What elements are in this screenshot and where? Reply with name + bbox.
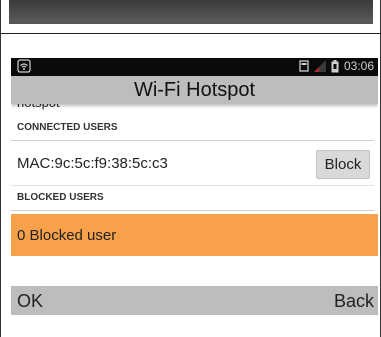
top-dark-bar (9, 0, 373, 24)
phone-screen: 03:06 Wi-Fi Hotspot hotspot CONNECTED US… (11, 58, 378, 315)
blocked-users-header: BLOCKED USERS (11, 186, 374, 211)
content-list[interactable]: hotspot CONNECTED USERS MAC:9c:5c:f9:38:… (11, 104, 378, 256)
status-bar: 03:06 (11, 58, 378, 76)
block-button[interactable]: Block (316, 150, 370, 179)
back-button[interactable]: Back (334, 291, 374, 312)
clipped-text: hotspot (11, 104, 378, 116)
softkey-bar: OK Back (11, 286, 378, 315)
user-mac-address: MAC:9c:5c:f9:38:5c:c3 (17, 155, 168, 172)
connected-users-header: CONNECTED USERS (11, 116, 374, 141)
sd-card-icon (299, 60, 309, 72)
clipped-text-label: hotspot (17, 104, 60, 110)
signal-icon (313, 60, 326, 72)
page-title: Wi-Fi Hotspot (11, 76, 378, 104)
blocked-users-item[interactable]: 0 Blocked user (11, 214, 378, 256)
ok-button[interactable]: OK (17, 291, 43, 312)
wifi-icon (17, 59, 31, 73)
blocked-users-summary: 0 Blocked user (17, 227, 117, 244)
status-time: 03:06 (343, 59, 374, 73)
battery-icon (331, 59, 339, 72)
top-strip (1, 0, 380, 34)
connected-user-row: MAC:9c:5c:f9:38:5c:c3 Block (11, 141, 374, 186)
